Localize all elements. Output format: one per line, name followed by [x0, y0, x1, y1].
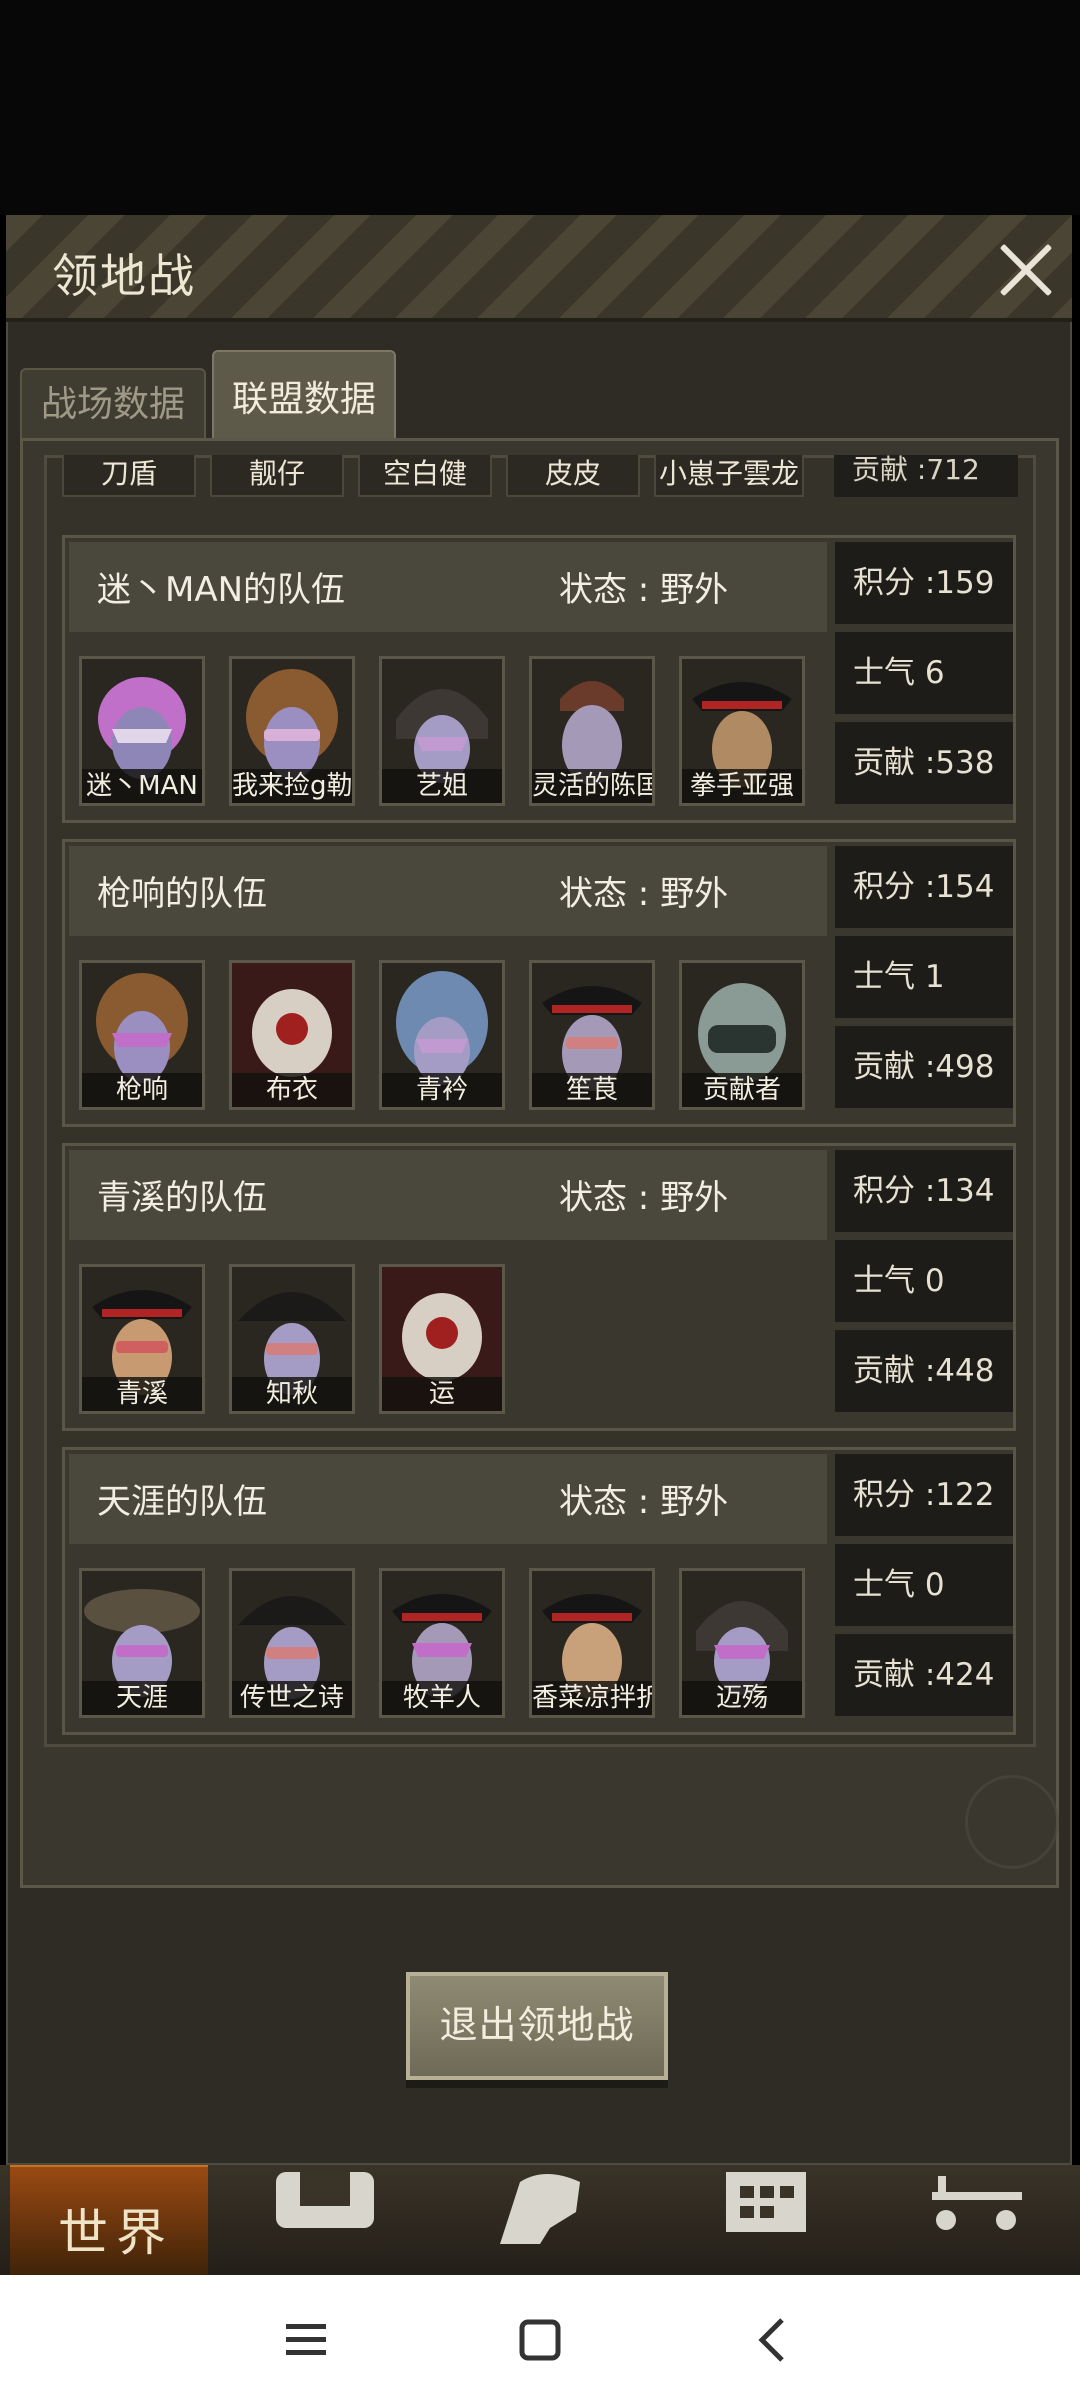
member-avatar[interactable]: 香菜凉拌折 — [529, 1568, 655, 1718]
member-avatar[interactable]: 我来捡g勒 — [229, 656, 355, 806]
team-status: 状态 : 野外 — [559, 874, 729, 914]
member-avatar[interactable]: 迷丶MAN — [79, 656, 205, 806]
radiation-icon — [965, 1775, 1059, 1869]
team-contribution: 贡献 :538 — [835, 722, 1013, 804]
member-name: 青溪 — [82, 1377, 202, 1411]
member-name: 牧羊人 — [382, 1681, 502, 1715]
home-icon[interactable] — [510, 2312, 570, 2368]
building-icon[interactable] — [710, 2172, 820, 2244]
backpack-icon[interactable] — [270, 2172, 380, 2244]
member-avatar[interactable]: 青溪 — [79, 1264, 205, 1414]
member-name: 迈殇 — [682, 1681, 802, 1715]
member-avatar[interactable]: 知秋 — [229, 1264, 355, 1414]
member-name: 空白健 — [358, 455, 492, 497]
member-name: 皮皮 — [506, 455, 640, 497]
team-morale: 士气 1 — [835, 936, 1013, 1018]
member-avatar[interactable]: 迈殇 — [679, 1568, 805, 1718]
nav-world-label: 世界 — [58, 2204, 174, 2262]
team-card: 青溪的队伍 状态 : 野外 积分 :134 士气 0 贡献 :448 青溪 知秋… — [62, 1143, 1016, 1431]
member-name: 青衿 — [382, 1073, 502, 1107]
nav-world-tab[interactable]: 世界 — [10, 2165, 208, 2277]
team-score: 积分 :134 — [835, 1150, 1013, 1232]
member-name: 传世之诗 — [232, 1681, 352, 1715]
member-avatar[interactable]: 天涯 — [79, 1568, 205, 1718]
member-name: 知秋 — [232, 1377, 352, 1411]
member-name: 香菜凉拌折 — [532, 1681, 652, 1715]
team-card-clipped: 刀盾 靓仔 空白健 皮皮 小崽子雲龙 贡献 :712 — [44, 455, 1036, 507]
member-name: 枪响 — [82, 1073, 202, 1107]
member-name: 靓仔 — [210, 455, 344, 497]
team-name: 枪响的队伍 — [97, 874, 267, 914]
team-contribution: 贡献 :424 — [835, 1634, 1013, 1716]
team-name: 青溪的队伍 — [97, 1178, 267, 1218]
member-avatar[interactable]: 笙茛 — [529, 960, 655, 1110]
team-name: 天涯的队伍 — [97, 1482, 267, 1522]
profile-head-icon[interactable] — [490, 2172, 600, 2244]
member-name: 刀盾 — [62, 455, 196, 497]
member-name: 灵活的陈国 — [532, 769, 652, 803]
team-card: 迷丶MAN的队伍 状态 : 野外 积分 :159 士气 6 贡献 :538 迷丶… — [62, 535, 1016, 823]
member-avatar[interactable]: 灵活的陈国 — [529, 656, 655, 806]
team-morale: 士气 6 — [835, 632, 1013, 714]
member-avatar[interactable]: 传世之诗 — [229, 1568, 355, 1718]
team-card: 枪响的队伍 状态 : 野外 积分 :154 士气 1 贡献 :498 枪响 布衣… — [62, 839, 1016, 1127]
member-avatar[interactable]: 拳手亚强 — [679, 656, 805, 806]
member-avatar[interactable]: 青衿 — [379, 960, 505, 1110]
cart-icon[interactable] — [920, 2172, 1030, 2244]
team-score: 积分 :159 — [835, 542, 1013, 624]
team-contribution: 贡献 :498 — [835, 1026, 1013, 1108]
team-name: 迷丶MAN的队伍 — [97, 570, 346, 610]
tab-battlefield-data[interactable]: 战场数据 — [20, 368, 206, 440]
team-contribution: 贡献 :448 — [835, 1330, 1013, 1412]
member-name: 小崽子雲龙 — [654, 455, 804, 497]
member-name: 笙茛 — [532, 1073, 652, 1107]
team-status: 状态 : 野外 — [559, 570, 729, 610]
member-name: 贡献者 — [682, 1073, 802, 1107]
member-name: 我来捡g勒 — [232, 769, 352, 803]
member-avatar[interactable]: 运 — [379, 1264, 505, 1414]
status-area — [0, 0, 1080, 215]
exit-territory-war-button[interactable]: 退出领地战 — [406, 1972, 668, 2080]
member-avatar[interactable]: 贡献者 — [679, 960, 805, 1110]
tab-alliance-data[interactable]: 联盟数据 — [212, 350, 396, 440]
member-name: 艺姐 — [382, 769, 502, 803]
member-name: 拳手亚强 — [682, 769, 802, 803]
team-status: 状态 : 野外 — [559, 1482, 729, 1522]
member-name: 天涯 — [82, 1681, 202, 1715]
team-morale: 士气 0 — [835, 1240, 1013, 1322]
team-score: 积分 :122 — [835, 1454, 1013, 1536]
team-status: 状态 : 野外 — [559, 1178, 729, 1218]
team-score: 积分 :154 — [835, 846, 1013, 928]
member-avatar[interactable]: 艺姐 — [379, 656, 505, 806]
menu-icon[interactable] — [276, 2312, 336, 2368]
member-name: 运 — [382, 1377, 502, 1411]
team-morale: 士气 0 — [835, 1544, 1013, 1626]
dialog-title: 领地战 — [52, 249, 196, 303]
team-contribution: 贡献 :712 — [834, 455, 1018, 497]
member-avatar[interactable]: 布衣 — [229, 960, 355, 1110]
team-card: 天涯的队伍 状态 : 野外 积分 :122 士气 0 贡献 :424 天涯 传世… — [62, 1447, 1016, 1735]
member-name: 迷丶MAN — [82, 769, 202, 803]
back-icon[interactable] — [744, 2312, 804, 2368]
close-icon[interactable] — [996, 240, 1056, 300]
member-name: 布衣 — [232, 1073, 352, 1107]
member-avatar[interactable]: 枪响 — [79, 960, 205, 1110]
member-avatar[interactable]: 牧羊人 — [379, 1568, 505, 1718]
